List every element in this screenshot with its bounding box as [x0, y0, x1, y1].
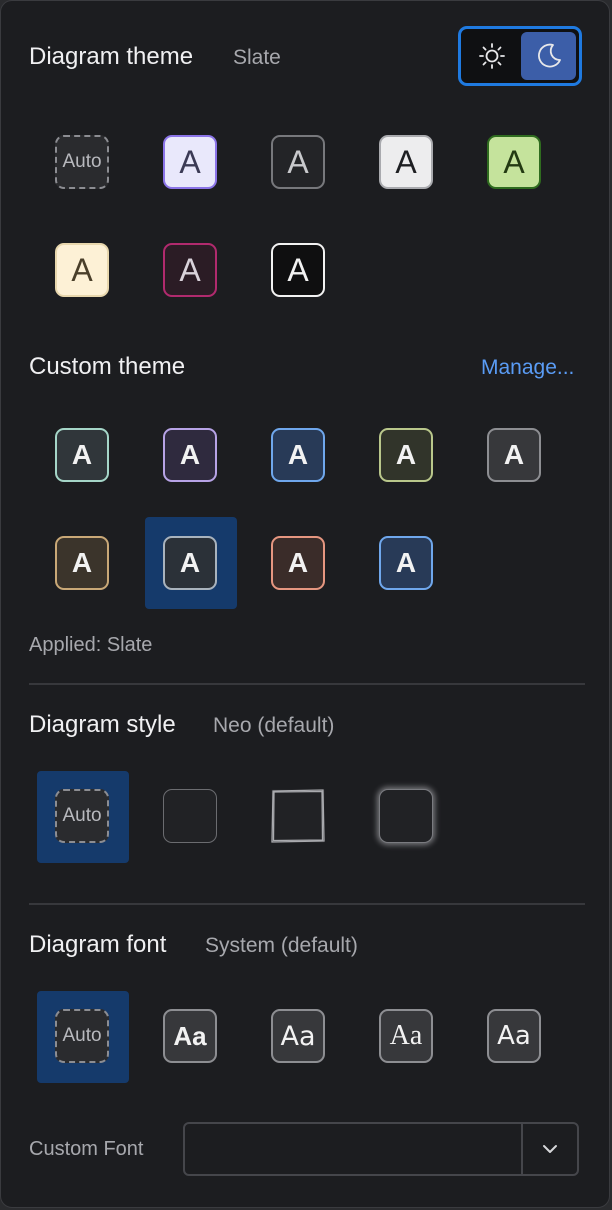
custom-theme-title: Custom theme — [29, 353, 186, 380]
diagram-theme-title: Diagram theme — [29, 43, 194, 70]
custom-tile-slate[interactable]: A — [163, 536, 217, 590]
custom-tile-blue[interactable]: A — [271, 428, 325, 482]
style-tile-neo[interactable] — [163, 789, 217, 843]
theme-tile-neon[interactable]: A — [163, 243, 217, 297]
diagram-font-title: Diagram font — [29, 931, 167, 958]
style-tile-sketch[interactable] — [271, 789, 325, 843]
font-tile-serif[interactable]: Aa — [379, 1009, 433, 1063]
custom-tile-olive[interactable]: A — [379, 428, 433, 482]
light-mode-button[interactable] — [464, 32, 519, 80]
section-divider — [29, 903, 585, 905]
custom-font-dropdown-button[interactable] — [521, 1124, 577, 1174]
settings-panel: Diagram theme Slate Auto A A A A A A A C… — [0, 0, 610, 1208]
theme-tile-cream[interactable]: A — [55, 243, 109, 297]
diagram-style-title: Diagram style — [29, 711, 176, 738]
font-tile-rounded[interactable]: Aa — [271, 1009, 325, 1063]
sketch-border-icon — [271, 789, 325, 843]
custom-tile-gray[interactable]: A — [487, 428, 541, 482]
custom-font-select[interactable] — [183, 1122, 579, 1176]
diagram-theme-current: Slate — [233, 46, 281, 69]
moon-icon — [537, 43, 561, 68]
theme-tile-black[interactable]: A — [271, 243, 325, 297]
style-tile-auto[interactable]: Auto — [55, 789, 109, 843]
diagram-font-current: System (default) — [205, 934, 358, 957]
section-divider — [29, 683, 585, 685]
diagram-style-current: Neo (default) — [213, 714, 335, 737]
chevron-down-icon — [543, 1145, 557, 1153]
dark-mode-button[interactable] — [521, 32, 576, 80]
custom-tile-tan[interactable]: A — [55, 536, 109, 590]
theme-tile-light-gray[interactable]: A — [379, 135, 433, 189]
custom-font-label: Custom Font — [29, 1138, 144, 1160]
theme-tile-auto[interactable]: Auto — [55, 135, 109, 189]
font-tile-sans[interactable]: Aa — [163, 1009, 217, 1063]
theme-tile-green[interactable]: A — [487, 135, 541, 189]
custom-tile-coral[interactable]: A — [271, 536, 325, 590]
sun-icon — [478, 43, 505, 69]
style-tile-glow[interactable] — [379, 789, 433, 843]
applied-theme-text: Applied: Slate — [29, 634, 153, 656]
theme-tile-dark-gray[interactable]: A — [271, 135, 325, 189]
custom-tile-purple[interactable]: A — [163, 428, 217, 482]
font-tile-auto[interactable]: Auto — [55, 1009, 109, 1063]
custom-tile-sky[interactable]: A — [379, 536, 433, 590]
manage-themes-link[interactable]: Manage... — [481, 356, 574, 380]
custom-tile-mint[interactable]: A — [55, 428, 109, 482]
theme-tile-lavender[interactable]: A — [163, 135, 217, 189]
font-tile-hand[interactable]: Aa — [487, 1009, 541, 1063]
theme-mode-toggle[interactable] — [458, 26, 582, 86]
